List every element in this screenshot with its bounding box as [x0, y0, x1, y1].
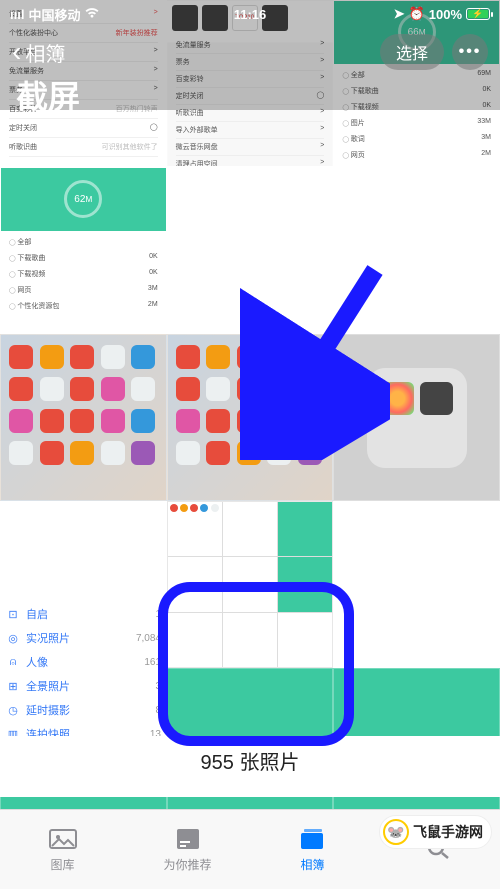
foryou-icon	[172, 826, 204, 852]
live-icon: ◎	[6, 632, 20, 645]
more-button[interactable]: •••	[452, 34, 488, 70]
square-icon: ⊡	[6, 608, 20, 621]
tab-library[interactable]: 图库	[0, 810, 125, 889]
header: ‹ 相簿 选择 •••	[0, 30, 500, 74]
thumbnail[interactable]	[333, 334, 500, 501]
back-label[interactable]: 相簿	[25, 38, 65, 67]
back-chevron-icon[interactable]: ‹	[12, 38, 21, 66]
portrait-icon: ⍝	[6, 656, 20, 669]
library-icon	[47, 826, 79, 852]
thumbnail[interactable]	[333, 167, 500, 334]
album-row[interactable]: ⊡自启1	[4, 602, 163, 626]
tab-foryou[interactable]: 为你推荐	[125, 810, 250, 889]
tab-albums[interactable]: 相簿	[250, 810, 375, 889]
ellipsis-icon: •••	[459, 43, 482, 61]
thumbnail[interactable]: 62M 全部 下载歌曲0K 下载视频0K 网页3M 个性化资源包2M	[0, 167, 167, 334]
album-row[interactable]: ◎实况照片7,084	[4, 626, 163, 650]
watermark-brand: 🐭 飞鼠手游网	[379, 815, 492, 849]
signal-icon: ıııl	[10, 7, 24, 22]
status-bar: ıııl 中国移动 11:16 ➤ ⏰ 100% ⚡	[0, 0, 500, 28]
clock: 11:16	[234, 7, 267, 22]
pano-icon: ⊞	[6, 680, 20, 693]
album-row[interactable]: ⊞全景照片3	[4, 674, 163, 698]
carrier-label: 中国移动	[28, 5, 80, 24]
location-icon: ➤	[394, 6, 405, 22]
timelapse-icon: ◷	[6, 704, 20, 717]
thumbnail[interactable]	[0, 334, 167, 501]
thumbnail[interactable]	[333, 501, 500, 668]
photo-count-summary: 955 张照片	[0, 736, 500, 797]
brand-logo-icon: 🐭	[383, 819, 409, 845]
album-row[interactable]: ◷延时摄影8	[4, 698, 163, 722]
albums-icon	[297, 826, 329, 852]
thumbnail[interactable]	[167, 167, 334, 334]
brand-label: 飞鼠手游网	[413, 822, 483, 842]
select-button[interactable]: 选择	[380, 34, 444, 70]
album-type-list: ⊡自启1 ◎实况照片7,084 ⍝人像161 ⊞全景照片3 ◷延时摄影8 ▥连拍…	[0, 600, 167, 758]
tab-label: 相簿	[300, 856, 324, 873]
tab-label: 为你推荐	[163, 856, 211, 873]
thumbnail-featured[interactable]	[167, 501, 334, 668]
wifi-icon	[84, 7, 100, 22]
battery-icon: ⚡	[466, 8, 490, 20]
page-title: 截屏	[16, 72, 80, 118]
thumbnail[interactable]	[167, 334, 334, 501]
alarm-icon: ⏰	[409, 6, 425, 22]
album-row[interactable]: ⍝人像161	[4, 650, 163, 674]
battery-pct: 100%	[429, 7, 462, 22]
tab-label: 图库	[50, 856, 74, 873]
